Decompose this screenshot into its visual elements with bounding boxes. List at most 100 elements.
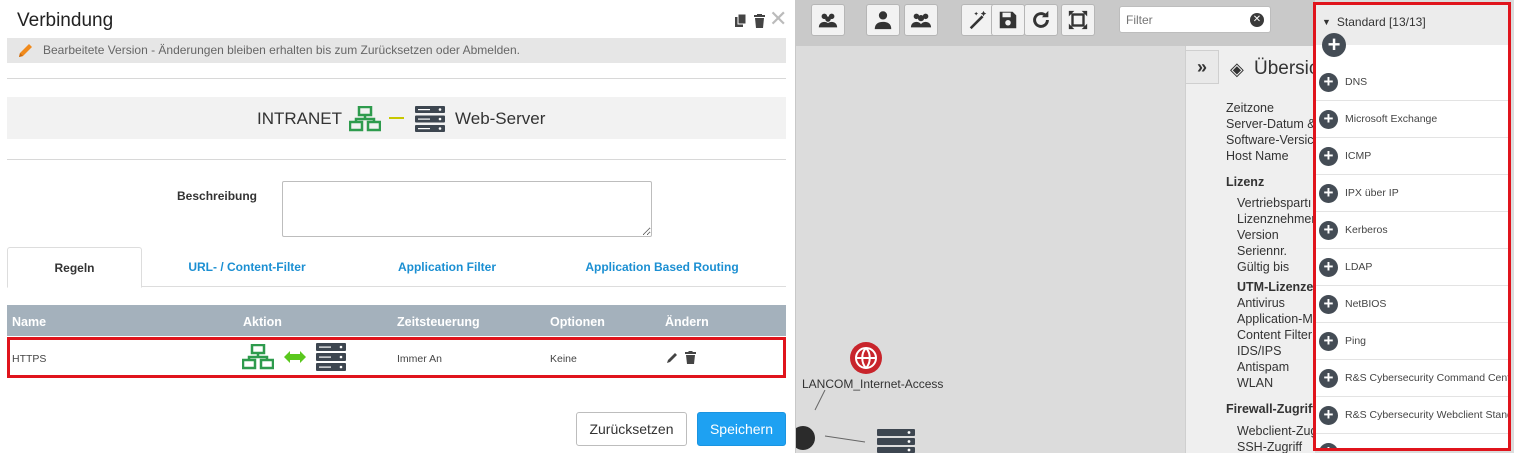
chevron-down-icon: ▼ bbox=[1322, 17, 1331, 27]
rule-name: HTTPS bbox=[12, 353, 47, 365]
sidebar-service-item[interactable]: + R&S Cybersecurity Webclient Standard bbox=[1316, 397, 1508, 434]
sidebar-service-item[interactable]: + Kerberos bbox=[1316, 212, 1508, 249]
users-button[interactable] bbox=[904, 4, 938, 36]
group-users-button[interactable] bbox=[811, 4, 845, 36]
plus-circle-icon[interactable]: + bbox=[1319, 146, 1338, 166]
sidebar-service-label: DNS bbox=[1345, 76, 1368, 88]
network-icon bbox=[242, 344, 274, 370]
overview-title: Übersic bbox=[1254, 58, 1319, 79]
tab-application-filter[interactable]: Application Filter bbox=[352, 247, 542, 287]
reset-button[interactable]: Zurücksetzen bbox=[576, 412, 687, 446]
tab-url-content-filter[interactable]: URL- / Content-Filter bbox=[142, 247, 352, 287]
tab-rules[interactable]: Regeln bbox=[7, 247, 142, 288]
divider bbox=[7, 159, 786, 160]
magic-wand-icon bbox=[969, 10, 987, 30]
column-header-options[interactable]: Optionen bbox=[550, 315, 605, 329]
floppy-icon bbox=[999, 11, 1017, 29]
plus-circle-icon[interactable]: + bbox=[1319, 294, 1338, 314]
overview-field-label: Version bbox=[1237, 228, 1279, 242]
sidebar-service-item[interactable]: + SMTP bbox=[1316, 434, 1508, 448]
rule-options: Keine bbox=[550, 353, 577, 365]
sidebar-service-label: SMTP bbox=[1345, 446, 1374, 448]
sidebar-service-label: LDAP bbox=[1345, 261, 1373, 273]
service-sidebar: ▼ Standard [13/13] + + DNS + Microsoft Exch… bbox=[1313, 2, 1511, 451]
plus-circle-icon[interactable]: + bbox=[1319, 405, 1338, 425]
sidebar-service-label: ICMP bbox=[1345, 150, 1372, 162]
sidebar-service-label: Ping bbox=[1345, 335, 1367, 347]
sidebar-service-item[interactable]: + R&S Cybersecurity Command Center S bbox=[1316, 360, 1508, 397]
trash-icon[interactable] bbox=[753, 14, 766, 28]
plus-circle-icon[interactable]: + bbox=[1319, 257, 1338, 277]
sidebar-service-item[interactable]: + NetBIOS bbox=[1316, 286, 1508, 323]
save-toolbar-button[interactable] bbox=[991, 4, 1025, 36]
user-button[interactable] bbox=[866, 4, 900, 36]
delete-rule-icon[interactable] bbox=[685, 351, 696, 364]
overview-field-label: WLAN bbox=[1237, 376, 1274, 390]
sidebar-service-item[interactable]: + ICMP bbox=[1316, 138, 1508, 175]
dialog-tools bbox=[734, 14, 766, 28]
overview-field-label: Webclient-Zug bbox=[1237, 424, 1318, 438]
save-button[interactable]: Speichern bbox=[697, 412, 786, 446]
sidebar-service-item[interactable]: + Ping bbox=[1316, 323, 1508, 360]
overview-field-label: Server-Datum & bbox=[1226, 117, 1316, 131]
dialog-tabs: Regeln URL- / Content-Filter Application… bbox=[7, 247, 786, 288]
overview-field-label: Content Filter bbox=[1237, 328, 1313, 342]
fit-view-button[interactable] bbox=[1061, 4, 1095, 36]
server-icon bbox=[316, 343, 346, 371]
plus-circle-icon[interactable]: + bbox=[1319, 331, 1338, 351]
clear-filter-icon[interactable]: ✕ bbox=[1250, 13, 1264, 27]
sidebar-service-item[interactable]: + IPX über IP bbox=[1316, 175, 1508, 212]
rules-table-header: Name Aktion Zeitsteuerung Optionen Änder… bbox=[7, 305, 786, 336]
plus-circle-icon[interactable]: + bbox=[1319, 442, 1338, 448]
close-icon[interactable]: ✕ bbox=[769, 6, 787, 32]
globe-icon bbox=[855, 347, 877, 369]
table-row[interactable]: HTTPS Immer An Keine bbox=[7, 337, 786, 378]
copy-icon[interactable] bbox=[734, 14, 747, 28]
sidebar-service-label: Microsoft Exchange bbox=[1345, 113, 1438, 125]
plus-circle-icon[interactable]: + bbox=[1319, 72, 1338, 92]
overview-field-label: Vertriebspartı bbox=[1237, 196, 1312, 210]
sidebar-service-label: IPX über IP bbox=[1345, 187, 1399, 199]
overview-section-heading: Firewall-Zugriff bbox=[1226, 402, 1317, 416]
plus-circle-icon[interactable]: + bbox=[1319, 368, 1338, 388]
group-icon bbox=[818, 13, 838, 28]
internet-access-node[interactable] bbox=[850, 342, 882, 374]
plus-circle-icon[interactable]: + bbox=[1319, 183, 1338, 203]
server-node-icon[interactable] bbox=[876, 428, 916, 453]
plus-circle-icon[interactable]: + bbox=[1319, 109, 1338, 129]
refresh-icon bbox=[1033, 10, 1049, 28]
edit-notice: Bearbeitete Version - Änderungen bleiben… bbox=[7, 38, 786, 63]
column-header-schedule[interactable]: Zeitsteuerung bbox=[397, 315, 480, 329]
description-field[interactable] bbox=[282, 181, 652, 237]
overview-field-label: Seriennr. bbox=[1237, 244, 1288, 258]
connection-target: Web-Server bbox=[455, 109, 546, 128]
user-icon bbox=[874, 11, 892, 30]
overview-field-label: Antispam bbox=[1237, 360, 1290, 374]
column-header-name[interactable]: Name bbox=[12, 315, 46, 329]
sidebar-service-item[interactable]: + LDAP bbox=[1316, 249, 1508, 286]
description-label: Beschreibung bbox=[177, 189, 258, 203]
sidebar-service-label: NetBIOS bbox=[1345, 298, 1387, 310]
edit-pencil-icon[interactable] bbox=[667, 352, 678, 363]
magic-wand-button[interactable] bbox=[961, 4, 995, 36]
tab-application-based-routing[interactable]: Application Based Routing bbox=[542, 247, 782, 287]
sidebar-service-item[interactable]: + DNS bbox=[1316, 64, 1508, 101]
connection-line bbox=[389, 117, 404, 119]
overview-section-heading: Lizenz bbox=[1226, 175, 1265, 189]
refresh-button[interactable] bbox=[1024, 4, 1058, 36]
add-service-button[interactable]: + bbox=[1322, 33, 1346, 57]
column-header-edit: Ändern bbox=[665, 315, 709, 329]
overview-field-label: Zeitzone bbox=[1226, 101, 1274, 115]
filter-input[interactable] bbox=[1119, 6, 1271, 33]
column-header-action[interactable]: Aktion bbox=[243, 315, 282, 329]
server-icon bbox=[415, 106, 445, 132]
fit-view-icon bbox=[1068, 10, 1088, 30]
users-icon bbox=[910, 13, 932, 28]
overview-icon: ◈ bbox=[1230, 59, 1244, 79]
collapse-panel-button[interactable]: » bbox=[1185, 50, 1219, 84]
sidebar-service-item[interactable]: + Microsoft Exchange bbox=[1316, 101, 1508, 138]
overview-field-label: SSH-Zugriff bbox=[1237, 440, 1303, 453]
edit-notice-text: Bearbeitete Version - Änderungen bleiben… bbox=[43, 43, 520, 57]
network-icon bbox=[349, 106, 381, 132]
plus-circle-icon[interactable]: + bbox=[1319, 220, 1338, 240]
